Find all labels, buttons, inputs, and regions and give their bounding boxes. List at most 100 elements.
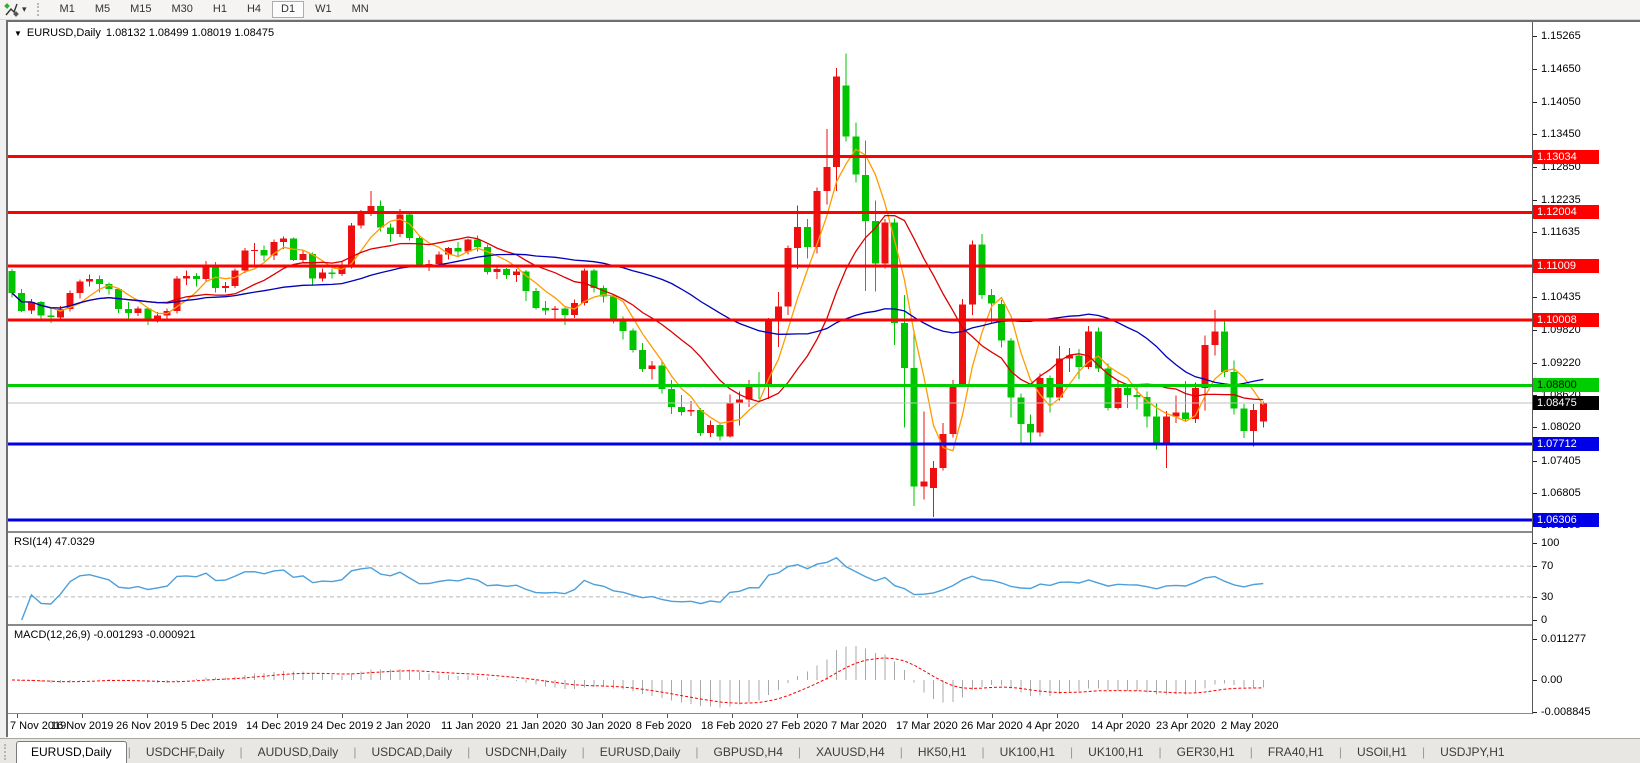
candle-body: [1027, 424, 1034, 433]
chart-tab-usdcnh-daily[interactable]: USDCNH,Daily: [471, 742, 580, 763]
timeframe-button-d1[interactable]: D1: [272, 1, 304, 18]
candle-body: [1134, 395, 1141, 397]
timeframe-button-m5[interactable]: M5: [86, 1, 119, 18]
timeframe-button-m1[interactable]: M1: [51, 1, 84, 18]
date-label: 16 Nov 2019: [51, 720, 113, 732]
candle-body: [464, 240, 471, 252]
candle-body: [843, 86, 850, 137]
chart-tab-usdjpy-h1[interactable]: USDJPY,H1: [1426, 742, 1518, 763]
price-chart-pane[interactable]: [8, 22, 1532, 531]
macd-signal-line: [12, 658, 1263, 703]
level-price-label: 1.06306: [1533, 513, 1599, 527]
candle-body: [988, 295, 995, 304]
candle-body: [959, 304, 966, 384]
timeframe-button-h1[interactable]: H1: [204, 1, 236, 18]
date-label: 21 Jan 2020: [506, 720, 567, 732]
chart-tab-uk100-h1[interactable]: UK100,H1: [986, 742, 1069, 763]
candle-body: [862, 175, 869, 221]
mt4-terminal: { "toolbar": { "timeframes": ["M1","M5",…: [0, 0, 1640, 762]
price-tick-label: 1.06805: [1541, 487, 1581, 499]
candle-body: [668, 389, 675, 407]
chart-tab-xauusd-h4[interactable]: XAUUSD,H4: [802, 742, 899, 763]
candle-body: [329, 273, 336, 275]
tabbar-grip[interactable]: [4, 744, 12, 760]
axis-tick-mark: [1533, 167, 1537, 168]
candle-body: [212, 264, 219, 288]
date-tick-mark: [602, 714, 603, 718]
candle-body: [377, 206, 384, 228]
candle-body: [125, 309, 132, 313]
macd-tick-label: -0.008845: [1541, 706, 1591, 718]
chart-tab-eurusd-daily[interactable]: EURUSD,Daily: [16, 741, 127, 763]
candle-body: [620, 322, 627, 331]
price-tick-label: 1.14050: [1541, 96, 1581, 108]
candle-body: [717, 425, 724, 436]
candle-body: [280, 238, 287, 242]
candle-body: [96, 279, 103, 284]
chart-tab-gbpusd-h4[interactable]: GBPUSD,H4: [700, 742, 797, 763]
axis-tick-mark: [1533, 363, 1537, 364]
chart-tab-usdchf-daily[interactable]: USDCHF,Daily: [132, 742, 239, 763]
chart-pointer-icon: [4, 2, 19, 17]
date-tick-mark: [342, 714, 343, 718]
timeframe-button-m15[interactable]: M15: [121, 1, 160, 18]
price-tick-label: 1.13450: [1541, 128, 1581, 140]
price-tick-label: 1.11635: [1541, 226, 1580, 238]
chart-symbol-label: EURUSD,Daily: [27, 27, 101, 39]
toolbar-grip[interactable]: [37, 3, 43, 16]
date-axis[interactable]: 7 Nov 201916 Nov 201926 Nov 20195 Dec 20…: [8, 714, 1640, 739]
candle-body: [949, 384, 956, 434]
timeframe-button-w1[interactable]: W1: [306, 1, 341, 18]
candle-body: [300, 254, 307, 260]
level-price-label: 1.10008: [1533, 313, 1599, 327]
chart-tab-usoil-h1[interactable]: USOil,H1: [1343, 742, 1421, 763]
candle-body: [47, 316, 54, 318]
chart-title: ▼ EURUSD,Daily 1.08132 1.08499 1.08019 1…: [14, 27, 274, 39]
candle-body: [358, 213, 365, 225]
macd-pane[interactable]: [8, 626, 1532, 713]
chart-tab-ger30-h1[interactable]: GER30,H1: [1163, 742, 1249, 763]
date-label: 11 Jan 2020: [441, 720, 501, 732]
date-label: 14 Apr 2020: [1091, 720, 1150, 732]
timeframe-button-h4[interactable]: H4: [238, 1, 270, 18]
moving-average-5: [12, 149, 1263, 451]
price-axis[interactable]: 1.152651.146501.140501.134501.128501.122…: [1533, 22, 1640, 714]
date-label: 26 Nov 2019: [116, 720, 178, 732]
chart-tab-uk100-h1[interactable]: UK100,H1: [1074, 742, 1157, 763]
candle-body: [397, 215, 404, 234]
axis-tick-mark: [1533, 566, 1537, 567]
chart-tab-audusd-daily[interactable]: AUDUSD,Daily: [244, 742, 353, 763]
chevron-down-icon[interactable]: ▾: [22, 4, 27, 15]
candle-body: [833, 77, 840, 168]
candle-body: [387, 228, 394, 235]
level-price-label: 1.13034: [1533, 150, 1599, 164]
date-label: 23 Apr 2020: [1156, 720, 1215, 732]
rsi-pane[interactable]: [8, 532, 1532, 624]
date-tick-mark: [537, 714, 538, 718]
timeframe-button-mn[interactable]: MN: [343, 1, 378, 18]
chart-tool-button[interactable]: ▾: [0, 2, 31, 17]
axis-tick-mark: [1533, 134, 1537, 135]
candle-body: [1163, 417, 1170, 443]
candle-body: [785, 248, 792, 306]
date-label: 7 Mar 2020: [831, 720, 887, 732]
chart-tab-bar: EURUSD,Daily|USDCHF,Daily|AUDUSD,Daily|U…: [0, 738, 1640, 763]
axis-tick-mark: [1533, 232, 1537, 233]
level-price-label: 1.07712: [1533, 437, 1599, 451]
moving-average-13: [12, 216, 1263, 402]
candle-body: [920, 481, 927, 486]
timeframe-button-m30[interactable]: M30: [163, 1, 202, 18]
date-tick-mark: [992, 714, 993, 718]
date-label: 18 Feb 2020: [701, 720, 763, 732]
macd-tick-label: 0.00: [1541, 674, 1562, 686]
candle-body: [1056, 358, 1063, 397]
macd-histogram: [12, 646, 1263, 708]
candle-body: [1221, 331, 1228, 372]
candle-body: [1124, 388, 1131, 395]
chart-tab-usdcad-daily[interactable]: USDCAD,Daily: [357, 742, 466, 763]
candle-body: [930, 468, 937, 488]
chart-tab-fra40-h1[interactable]: FRA40,H1: [1254, 742, 1338, 763]
chart-tab-eurusd-daily[interactable]: EURUSD,Daily: [586, 742, 695, 763]
candle-body: [1046, 378, 1053, 397]
chart-tab-hk50-h1[interactable]: HK50,H1: [904, 742, 981, 763]
